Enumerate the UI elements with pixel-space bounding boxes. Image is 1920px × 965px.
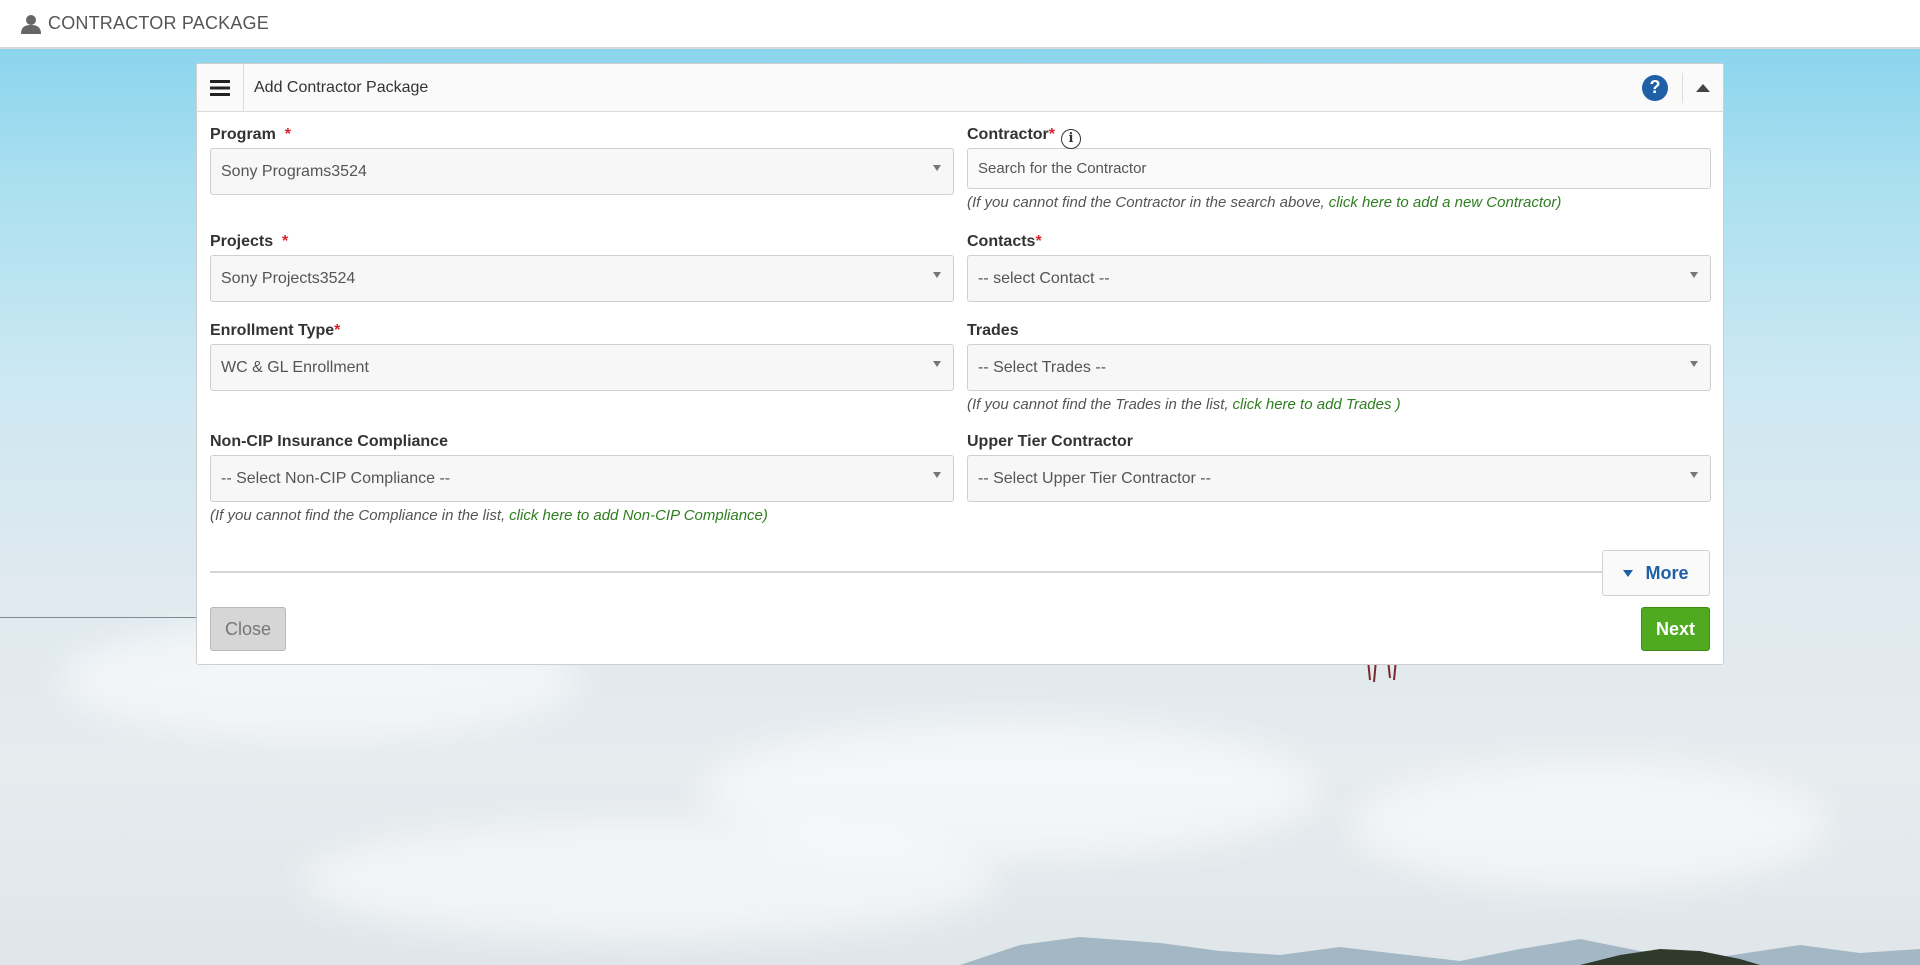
program-label: Program * <box>210 126 291 143</box>
caret-down-icon <box>1623 569 1634 577</box>
close-button[interactable]: Close <box>210 607 286 651</box>
projects-label: Projects * <box>210 233 289 250</box>
non-cip-label: Non-CIP Insurance Compliance <box>210 433 448 450</box>
app-title: CONTRACTOR PACKAGE <box>48 13 269 33</box>
trades-field: Trades -- Select Trades -- (If you canno… <box>967 322 1711 413</box>
contacts-field: Contacts* -- select Contact -- <box>967 233 1711 302</box>
required-mark: * <box>334 322 341 339</box>
upper-tier-label: Upper Tier Contractor <box>967 433 1133 450</box>
add-contractor-package-panel: Add Contractor Package ? Program * Sony … <box>196 63 1724 665</box>
background-cloud <box>300 820 1000 940</box>
contacts-select[interactable]: -- select Contact -- <box>967 255 1711 302</box>
caret-down-icon <box>933 361 941 367</box>
add-contractor-link[interactable]: click here to add a new Contractor) <box>1329 194 1562 211</box>
required-mark: * <box>282 233 289 250</box>
upper-tier-contractor-field: Upper Tier Contractor -- Select Upper Ti… <box>967 433 1711 502</box>
program-select[interactable]: Sony Programs3524 <box>210 148 954 195</box>
trades-value: -- Select Trades -- <box>978 358 1107 376</box>
add-non-cip-link[interactable]: click here to add Non-CIP Compliance) <box>509 507 768 524</box>
contacts-label: Contacts* <box>967 233 1042 250</box>
contractor-search-input[interactable]: Search for the Contractor <box>967 148 1711 189</box>
projects-select[interactable]: Sony Projects3524 <box>210 255 954 302</box>
non-cip-value: -- Select Non-CIP Compliance -- <box>221 469 451 487</box>
caret-down-icon <box>933 472 941 478</box>
next-button[interactable]: Next <box>1641 607 1710 651</box>
required-mark: * <box>284 126 291 143</box>
caret-down-icon <box>933 272 941 278</box>
top-bar: CONTRACTOR PACKAGE <box>0 0 1920 49</box>
contacts-value: -- select Contact -- <box>978 269 1110 287</box>
trades-label: Trades <box>967 322 1019 339</box>
program-value: Sony Programs3524 <box>221 162 367 180</box>
enrollment-type-field: Enrollment Type* WC & GL Enrollment <box>210 322 954 391</box>
projects-value: Sony Projects3524 <box>221 269 356 287</box>
trades-select[interactable]: -- Select Trades -- <box>967 344 1711 391</box>
caret-down-icon <box>933 165 941 171</box>
non-cip-compliance-field: Non-CIP Insurance Compliance -- Select N… <box>210 433 954 524</box>
contractor-field: Contractor* i Search for the Contractor (… <box>967 126 1711 211</box>
upper-tier-select[interactable]: -- Select Upper Tier Contractor -- <box>967 455 1711 502</box>
required-mark: * <box>1048 126 1056 143</box>
collapse-button[interactable] <box>1683 64 1723 111</box>
hamburger-icon <box>210 79 230 96</box>
required-mark: * <box>1035 233 1042 250</box>
background-wire <box>0 617 200 618</box>
contractor-label: Contractor* i <box>967 126 1711 149</box>
help-icon[interactable]: ? <box>1642 74 1668 101</box>
projects-field: Projects * Sony Projects3524 <box>210 233 954 302</box>
non-cip-select[interactable]: -- Select Non-CIP Compliance -- <box>210 455 954 502</box>
contractor-hint: (If you cannot find the Contractor in th… <box>967 194 1562 211</box>
panel-title: Add Contractor Package <box>254 78 429 96</box>
add-trades-link[interactable]: click here to add Trades ) <box>1233 396 1401 413</box>
program-field: Program * Sony Programs3524 <box>210 126 954 195</box>
panel-menu-button[interactable] <box>197 64 244 111</box>
upper-tier-value: -- Select Upper Tier Contractor -- <box>978 469 1211 487</box>
info-icon[interactable]: i <box>1061 128 1082 149</box>
caret-down-icon <box>1690 472 1698 478</box>
more-label: More <box>1645 562 1689 583</box>
trades-hint: (If you cannot find the Trades in the li… <box>967 396 1401 413</box>
enrollment-type-select[interactable]: WC & GL Enrollment <box>210 344 954 391</box>
more-button[interactable]: More <box>1602 550 1710 596</box>
enrollment-type-label: Enrollment Type* <box>210 322 341 339</box>
caret-down-icon <box>1690 272 1698 278</box>
non-cip-hint: (If you cannot find the Compliance in th… <box>210 507 768 524</box>
panel-header: Add Contractor Package ? <box>197 64 1723 112</box>
background-mountains <box>960 937 1920 965</box>
chevron-up-icon <box>1696 83 1710 92</box>
user-icon <box>21 14 41 34</box>
background-cloud <box>1350 760 1830 890</box>
caret-down-icon <box>1690 361 1698 367</box>
enrollment-type-value: WC & GL Enrollment <box>221 358 369 376</box>
form-divider <box>210 571 1610 573</box>
